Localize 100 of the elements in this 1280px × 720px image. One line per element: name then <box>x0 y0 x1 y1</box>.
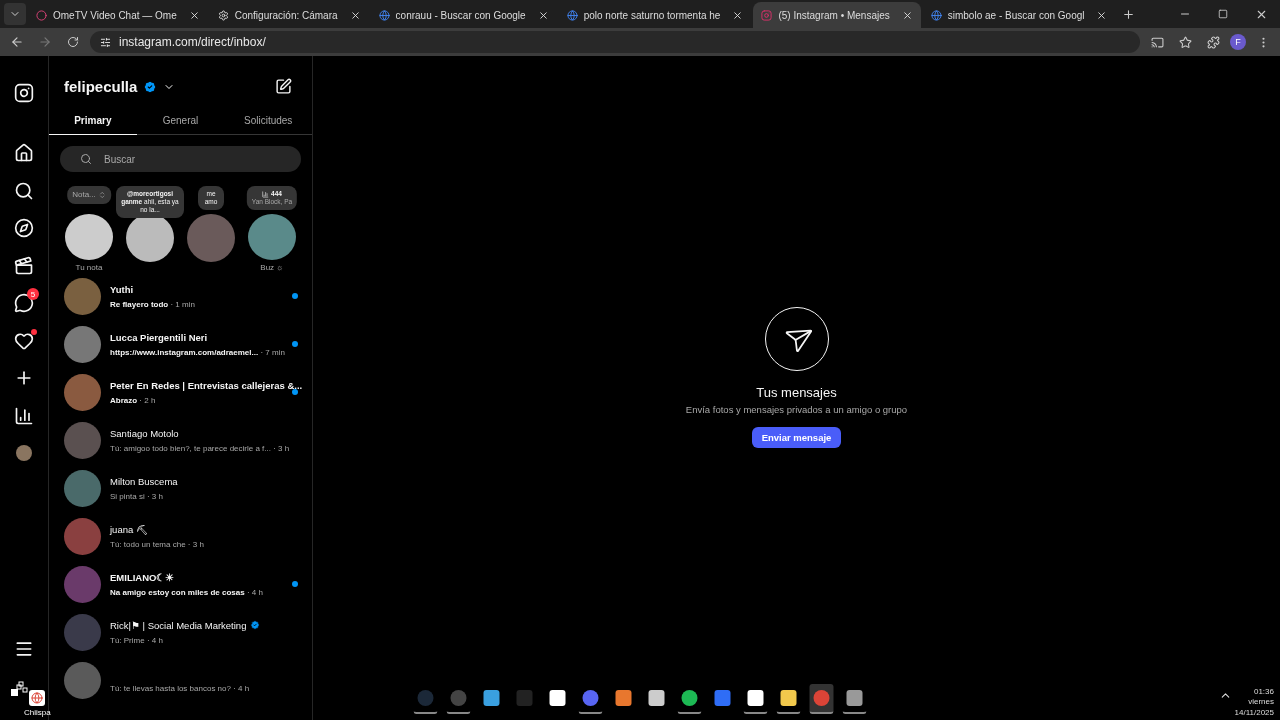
conversation-row[interactable]: Lucca Piergentili Neri https://www.instagram.com/adraemel... · 7 min <box>49 320 312 368</box>
close-icon[interactable] <box>537 9 549 21</box>
profile-photo-placeholder <box>64 325 101 363</box>
message-preview: Re flayero todo · 1 min <box>110 299 196 309</box>
tab-title: simbolo ae - Buscar con Googl <box>947 9 1085 21</box>
conversation-row[interactable]: Milton Buscema Si pinta si · 3 h <box>49 464 312 512</box>
close-icon[interactable] <box>901 9 913 21</box>
profile-photo-placeholder <box>64 517 101 555</box>
profile-photo-placeholder <box>64 613 101 651</box>
empty-state-subtitle: Envía fotos y mensajes privados a un amigo o grupo <box>685 403 908 415</box>
note-label: Buz ☼ <box>260 263 284 272</box>
close-icon[interactable] <box>188 9 200 21</box>
app-icon <box>813 690 830 706</box>
unread-count-badge: 5 <box>27 288 39 300</box>
tab-list-button[interactable] <box>4 3 26 25</box>
contact-name: Lucca Piergentili Neri <box>110 331 208 343</box>
app-icon <box>582 690 599 706</box>
cast-icon <box>1150 35 1164 49</box>
note-bubble[interactable]: Nota... <box>67 186 111 204</box>
address-field[interactable]: instagram.com/direct/inbox/ <box>90 31 1140 53</box>
message-preview: Tú: te llevas hasta los bancos no? · 4 h <box>110 683 251 693</box>
profile-photo-placeholder <box>64 469 101 507</box>
app-icon <box>549 690 566 706</box>
profile-photo-placeholder <box>64 373 101 411</box>
puzzle-icon <box>1206 35 1220 49</box>
contact-name: Milton Buscema <box>110 475 178 487</box>
inbox-tab[interactable]: General <box>136 105 225 135</box>
tab-title: OmeTV Video Chat — Ome <box>53 9 177 21</box>
tab-title: polo norte saturno tormenta he <box>583 9 721 21</box>
app-icon <box>714 690 731 706</box>
tab-title: conrauu - Buscar con Google <box>395 9 526 21</box>
unread-dot <box>292 341 298 347</box>
message-preview: Abrazo · 2 h <box>110 395 157 405</box>
dashboard-icon[interactable] <box>14 405 34 426</box>
browser-tab[interactable]: conrauu - Buscar con Google <box>370 2 557 28</box>
send-message-button[interactable]: Enviar mensaje <box>751 426 842 448</box>
account-username[interactable]: felipeculla <box>64 78 138 95</box>
app-icon <box>648 690 665 706</box>
notifications-icon[interactable] <box>14 330 34 351</box>
contact-name: Santiago Motolo <box>110 427 179 439</box>
tab-favicon-icon <box>217 9 229 21</box>
contact-name: Rick|⚑ | Social Media Marketing <box>110 619 247 631</box>
tab-favicon-icon <box>566 9 578 21</box>
close-icon[interactable] <box>732 9 744 21</box>
conversation-row[interactable]: EMILIANO☾☀ Na amigo estoy con miles de cosas · 4 h <box>49 560 312 608</box>
inbox-tab[interactable]: Solicitudes <box>224 105 312 135</box>
conversation-row[interactable]: Yuthi Re flayero todo · 1 min <box>49 272 312 320</box>
browser-tab[interactable]: simbolo ae - Buscar con Googl <box>922 2 1116 28</box>
message-preview: Tú: todo un tema che · 3 h <box>110 539 205 549</box>
contact-name: Yuthi <box>110 283 134 295</box>
browser-tab[interactable]: OmeTV Video Chat — Ome <box>28 2 208 28</box>
audio-bars-icon <box>262 190 270 198</box>
close-icon[interactable] <box>1096 9 1108 21</box>
message-preview: Na amigo estoy con miles de cosas · 4 h <box>110 587 264 597</box>
conversation-row[interactable]: Rick|⚑ | Social Media Marketing Tú: Prime · 4 h <box>49 608 312 656</box>
site-settings-icon[interactable] <box>100 36 111 48</box>
restore-icon <box>1218 9 1228 19</box>
profile-photo-placeholder[interactable] <box>65 214 113 260</box>
conversation-row[interactable]: Tú: te llevas hasta los bancos no? · 4 h <box>49 656 312 704</box>
profile-avatar[interactable] <box>16 445 32 461</box>
tab-title: Configuración: Cámara <box>234 9 338 21</box>
explore-icon[interactable] <box>14 218 34 238</box>
empty-state-title: Tus mensajes <box>756 384 837 400</box>
reload-icon <box>67 36 79 48</box>
message-preview: https://www.instagram.com/adraemel... · 7 min <box>110 347 283 357</box>
search-bar[interactable]: Buscar <box>60 146 301 172</box>
browser-tab[interactable]: polo norte saturno tormenta he <box>558 2 752 28</box>
app-icon <box>681 690 698 706</box>
profile-photo-placeholder <box>64 421 101 459</box>
reels-icon[interactable] <box>14 255 34 276</box>
conversation-row[interactable]: Peter En Redes | Entrevistas callejeras &... Abrazo · 2 h <box>49 368 312 416</box>
compose-icon[interactable] <box>275 78 292 95</box>
message-preview: Tú: amigoo todo bien?, te parece decirle a f... · 3 h <box>110 443 291 453</box>
inbox-tab[interactable]: Primary <box>49 105 137 135</box>
message-preview: Si pinta si · 3 h <box>110 491 164 501</box>
conversation-row[interactable]: Santiago Motolo Tú: amigoo todo bien?, te parece decirle a f... · 3 h <box>49 416 312 464</box>
search-icon[interactable] <box>14 180 34 201</box>
app-icon <box>846 690 863 706</box>
contact-name: Peter En Redes | Entrevistas callejeras &... <box>110 379 303 391</box>
taskbar-clock[interactable]: 01:36 viernes 14/11/2025 <box>1234 687 1274 718</box>
unread-dot <box>292 581 298 587</box>
search-input[interactable]: Buscar <box>102 152 262 166</box>
messages-icon[interactable] <box>14 293 34 313</box>
browser-tab[interactable]: Configuración: Cámara <box>209 2 369 28</box>
app-icon <box>780 690 797 706</box>
app-icon <box>417 690 434 706</box>
contact-name: EMILIANO☾☀ <box>110 571 175 583</box>
close-icon[interactable] <box>349 9 361 21</box>
shortcut-label[interactable]: Chiispa <box>24 708 51 717</box>
home-icon[interactable] <box>14 143 34 163</box>
browser-tab[interactable]: (5) Instagram • Mensajes <box>753 2 921 28</box>
tab-favicon-icon <box>761 9 773 21</box>
arrow-left-icon <box>10 35 24 49</box>
profile-photo-placeholder[interactable] <box>248 214 296 260</box>
conversation-row[interactable]: juana ⛏ Tú: todo un tema che · 3 h <box>49 512 312 560</box>
profile-avatar[interactable]: F <box>1230 34 1246 50</box>
note-label: Tu nota <box>75 263 103 272</box>
app-icon <box>747 690 764 706</box>
url-text: instagram.com/direct/inbox/ <box>119 35 266 49</box>
app-icon <box>483 690 500 706</box>
